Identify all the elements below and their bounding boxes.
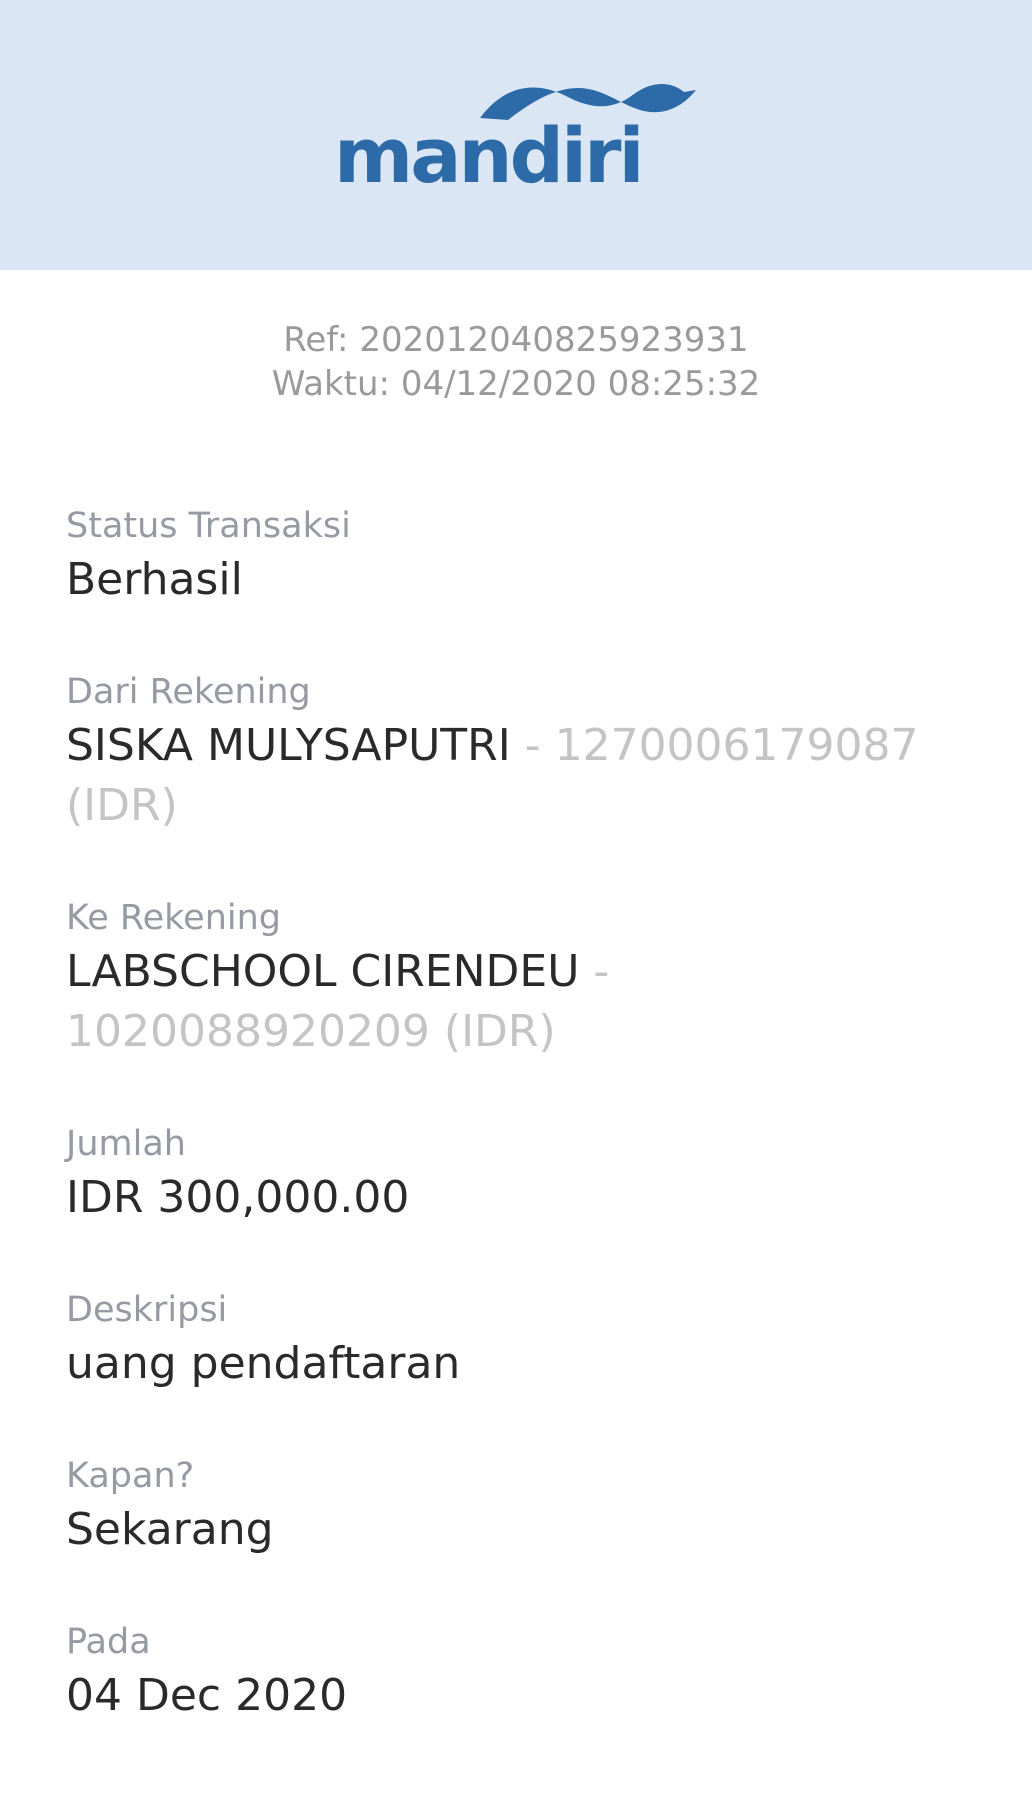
status-label: Status Transaksi — [66, 506, 351, 546]
from-account-value: SISKA MULYSAPUTRI - 1270006179087 (IDR) — [66, 716, 966, 836]
date-value: 04 Dec 2020 — [66, 1670, 348, 1721]
description-field: Deskripsi uang pendaftaran — [66, 1286, 1032, 1452]
transaction-meta: Ref: 202012040825923931 Waktu: 04/12/202… — [0, 318, 1032, 406]
transaction-time: Waktu: 04/12/2020 08:25:32 — [271, 364, 761, 404]
header-banner: mandiri — [0, 0, 1032, 270]
when-field: Kapan? Sekarang — [66, 1452, 1032, 1618]
amount-field: Jumlah IDR 300,000.00 — [66, 1120, 1032, 1286]
when-value: Sekarang — [66, 1504, 274, 1555]
to-account-name: LABSCHOOL CIRENDEU — [66, 946, 580, 997]
status-value: Berhasil — [66, 554, 243, 605]
reference-number: Ref: 202012040825923931 — [283, 320, 749, 360]
to-account-field: Ke Rekening LABSCHOOL CIRENDEU - 1020088… — [66, 894, 1032, 1120]
from-account-field: Dari Rekening SISKA MULYSAPUTRI - 127000… — [66, 668, 1032, 894]
to-account-value: LABSCHOOL CIRENDEU - 1020088920209 (IDR) — [66, 942, 966, 1062]
description-label: Deskripsi — [66, 1290, 228, 1330]
date-field: Pada 04 Dec 2020 — [66, 1618, 1032, 1738]
status-field: Status Transaksi Berhasil — [66, 502, 1032, 668]
from-account-name: SISKA MULYSAPUTRI — [66, 720, 511, 771]
amount-value: IDR 300,000.00 — [66, 1172, 410, 1223]
date-label: Pada — [66, 1622, 151, 1662]
brand-name: mandiri — [334, 111, 645, 200]
description-value: uang pendaftaran — [66, 1338, 461, 1389]
transaction-details: Status Transaksi Berhasil Dari Rekening … — [0, 502, 1032, 1738]
to-account-label: Ke Rekening — [66, 898, 282, 938]
from-account-label: Dari Rekening — [66, 672, 311, 712]
when-label: Kapan? — [66, 1456, 195, 1496]
mandiri-logo: mandiri — [334, 76, 696, 194]
amount-label: Jumlah — [66, 1124, 186, 1164]
